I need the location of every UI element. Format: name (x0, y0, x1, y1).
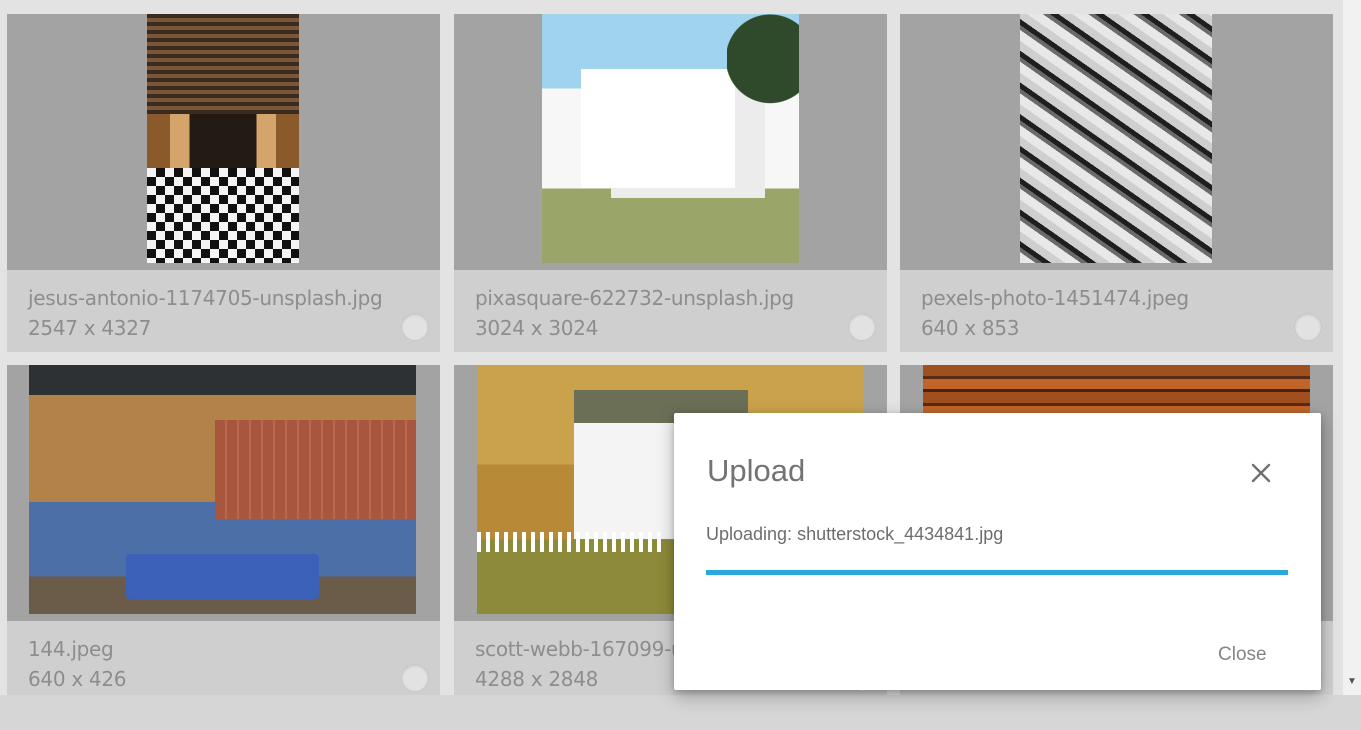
image-thumbnail[interactable] (147, 14, 299, 264)
image-filename: pixasquare-622732-unsplash.jpg (475, 286, 794, 310)
close-button[interactable]: Close (1210, 640, 1275, 670)
image-dimensions: 4288 x 2848 (475, 667, 599, 691)
vertical-scrollbar[interactable]: ▼ (1343, 0, 1361, 695)
image-card[interactable]: pexels-photo-1451474.jpeg 640 x 853 (900, 14, 1333, 352)
image-card[interactable]: 144.jpeg 640 x 426 (7, 365, 440, 695)
upload-status-text: Uploading: shutterstock_4434841.jpg (706, 524, 1004, 544)
upload-dialog: Upload Uploading: shutterstock_4434841.j… (674, 413, 1321, 690)
scroll-down-arrow-icon[interactable]: ▼ (1343, 672, 1361, 692)
radio-circle-icon[interactable] (401, 664, 429, 692)
image-filename: scott-webb-167099-u (475, 637, 684, 661)
image-dimensions: 640 x 426 (28, 667, 127, 691)
dialog-title: Upload (707, 453, 806, 488)
image-thumbnail[interactable] (542, 14, 800, 263)
image-filename: 144.jpeg (28, 637, 114, 661)
image-thumbnail-container[interactable] (900, 14, 1333, 270)
image-thumbnail-container[interactable] (7, 14, 440, 270)
bottom-bar (0, 695, 1361, 730)
image-thumbnail-container[interactable] (454, 14, 887, 270)
image-dimensions: 3024 x 3024 (475, 316, 599, 340)
image-card[interactable]: jesus-antonio-1174705-unsplash.jpg 2547 … (7, 14, 440, 352)
image-dimensions: 2547 x 4327 (28, 316, 152, 340)
radio-circle-icon[interactable] (848, 313, 876, 341)
image-thumbnail[interactable] (1020, 14, 1212, 263)
image-filename: pexels-photo-1451474.jpeg (921, 286, 1189, 310)
upload-progress-bar (706, 570, 1288, 575)
image-thumbnail[interactable] (29, 365, 416, 614)
radio-circle-icon[interactable] (401, 313, 429, 341)
upload-progress-fill (706, 570, 1288, 575)
close-icon[interactable] (1247, 459, 1275, 487)
image-thumbnail-container[interactable] (7, 365, 440, 621)
image-card[interactable]: pixasquare-622732-unsplash.jpg 3024 x 30… (454, 14, 887, 352)
image-filename: jesus-antonio-1174705-unsplash.jpg (28, 286, 383, 310)
radio-circle-icon[interactable] (1294, 313, 1322, 341)
image-dimensions: 640 x 853 (921, 316, 1020, 340)
